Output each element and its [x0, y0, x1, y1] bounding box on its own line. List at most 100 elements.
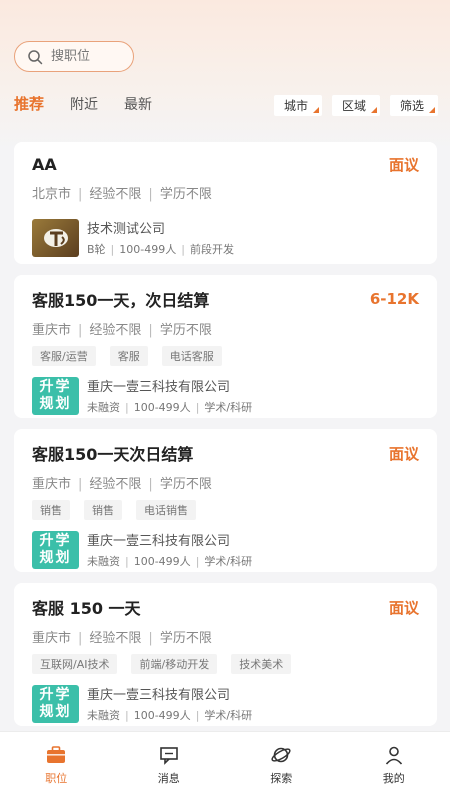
company-name: 重庆一壹三科技有限公司 — [87, 688, 231, 703]
company-meta: 未融资 | 100-499人 | 学术/科研 — [87, 709, 253, 722]
job-city: 重庆市 — [32, 631, 72, 646]
company-size: 100-499人 — [133, 709, 191, 722]
company-size: 100-499人 — [119, 243, 177, 256]
company-funding: 未融资 — [87, 555, 120, 568]
company-logo: 升学 规划 — [32, 684, 79, 723]
job-requirements: 重庆市 | 经验不限 | 学历不限 — [32, 323, 212, 338]
company-funding: B轮 — [87, 243, 106, 256]
person-icon — [385, 746, 402, 765]
message-icon — [159, 747, 178, 765]
job-experience: 经验不限 — [89, 477, 142, 492]
job-title: AA — [32, 155, 57, 174]
company-logo-icon — [43, 228, 68, 247]
job-tag: 客服/运营 — [32, 346, 96, 366]
job-tags: 客服/运营 客服 电话客服 — [32, 346, 419, 366]
company-logo-text: 规划 — [39, 549, 72, 566]
job-salary: 面议 — [388, 444, 419, 463]
job-tags: 销售 销售 电话销售 — [32, 500, 419, 520]
nav-profile-label: 我的 — [382, 772, 405, 785]
job-tag: 销售 — [84, 500, 122, 520]
nav-explore-label: 探索 — [270, 772, 293, 785]
job-education: 学历不限 — [159, 631, 212, 646]
job-requirements: 重庆市 | 经验不限 | 学历不限 — [32, 631, 212, 646]
job-card[interactable]: AA 面议 北京市 | 经验不限 | 学历不限 技术测试公司 B轮 | 100-499人 | 前… — [14, 142, 437, 264]
city-filter[interactable]: 城市 — [273, 95, 322, 116]
company-size: 100-499人 — [133, 401, 191, 414]
job-experience: 经验不限 — [89, 631, 142, 646]
nav-explore[interactable]: 探索 — [225, 732, 338, 800]
dropdown-triangle-icon — [429, 107, 435, 113]
job-education: 学历不限 — [159, 477, 212, 492]
tab-latest[interactable]: 最新 — [124, 94, 152, 114]
job-tag: 销售 — [32, 500, 70, 520]
dropdown-triangle-icon — [370, 107, 377, 113]
tab-recommend[interactable]: 推荐 — [14, 93, 44, 114]
company-info: 升学 规划 重庆一壹三科技有限公司 未融资 | 100-499人 | 学术/科研 — [32, 684, 419, 723]
company-info: 升学 规划 重庆一壹三科技有限公司 未融资 | 100-499人 | 学术/科研 — [32, 530, 419, 569]
area-filter-label: 区域 — [341, 99, 366, 113]
job-tag: 电话客服 — [161, 346, 222, 366]
company-industry: 前段开发 — [189, 243, 234, 256]
filter-bar: 城市 区域 筛选 — [264, 95, 438, 116]
nav-profile[interactable]: 我的 — [338, 732, 450, 800]
company-size: 100-499人 — [133, 555, 191, 568]
company-funding: 未融资 — [87, 401, 120, 414]
job-tags: 互联网/AI技术 前端/移动开发 技术美术 — [32, 654, 419, 674]
more-filter[interactable]: 筛选 — [389, 95, 438, 116]
job-card[interactable]: 客服150一天，次日结算 6-12K 重庆市 | 经验不限 | 学历不限 客服/运营 客… — [14, 275, 437, 418]
nav-messages-label: 消息 — [157, 772, 180, 785]
job-tag: 客服 — [109, 346, 148, 366]
search-input[interactable] — [49, 48, 133, 65]
job-requirements: 北京市 | 经验不限 | 学历不限 — [32, 187, 212, 202]
company-logo-text: 升学 — [39, 532, 72, 549]
company-logo: 升学 规划 — [32, 530, 79, 569]
nav-jobs[interactable]: 职位 — [0, 732, 113, 800]
area-filter[interactable]: 区域 — [331, 95, 380, 116]
job-salary: 面议 — [388, 156, 419, 174]
job-salary: 面议 — [388, 598, 419, 617]
job-title: 客服150一天，次日结算 — [32, 291, 210, 310]
job-card[interactable]: 客服 150 一天 面议 重庆市 | 经验不限 | 学历不限 互联网/AI技术 前端/移… — [14, 583, 437, 726]
company-logo — [32, 218, 79, 257]
job-tag: 技术美术 — [231, 654, 292, 674]
company-meta: B轮 | 100-499人 | 前段开发 — [87, 243, 234, 256]
nav-jobs-label: 职位 — [45, 772, 68, 785]
company-logo: 升学 规划 — [32, 376, 79, 415]
company-name: 重庆一壹三科技有限公司 — [87, 534, 231, 549]
job-experience: 经验不限 — [89, 323, 142, 338]
more-filter-label: 筛选 — [399, 99, 424, 113]
job-card[interactable]: 客服150一天次日结算 面议 重庆市 | 经验不限 | 学历不限 销售 销售 电话销售 … — [14, 429, 437, 572]
job-list: AA 面议 北京市 | 经验不限 | 学历不限 技术测试公司 B轮 | 100-499人 | 前… — [14, 142, 437, 737]
company-logo-text: 规划 — [39, 395, 72, 412]
job-experience: 经验不限 — [89, 187, 142, 202]
company-name: 重庆一壹三科技有限公司 — [87, 380, 231, 395]
company-info: 技术测试公司 B轮 | 100-499人 | 前段开发 — [32, 218, 419, 257]
company-logo-text: 规划 — [39, 703, 72, 720]
company-info: 升学 规划 重庆一壹三科技有限公司 未融资 | 100-499人 | 学术/科研 — [32, 376, 419, 415]
company-funding: 未融资 — [87, 709, 120, 722]
job-title: 客服150一天次日结算 — [32, 445, 194, 464]
job-requirements: 重庆市 | 经验不限 | 学历不限 — [32, 477, 212, 492]
job-education: 学历不限 — [159, 187, 212, 202]
job-tag: 互联网/AI技术 — [32, 654, 118, 674]
job-tag: 电话销售 — [136, 500, 196, 520]
company-logo-text: 升学 — [39, 686, 72, 703]
company-meta: 未融资 | 100-499人 | 学术/科研 — [87, 401, 253, 414]
search-icon — [28, 49, 43, 64]
city-filter-label: 城市 — [283, 99, 308, 113]
job-education: 学历不限 — [159, 323, 212, 338]
feed-tabs: 推荐 附近 最新 — [14, 93, 178, 114]
tab-nearby[interactable]: 附近 — [70, 94, 98, 114]
dropdown-triangle-icon — [312, 107, 319, 113]
search-box[interactable] — [14, 41, 134, 72]
company-name: 技术测试公司 — [87, 222, 166, 237]
briefcase-icon — [47, 746, 66, 763]
job-city: 重庆市 — [32, 477, 72, 492]
job-city: 重庆市 — [32, 323, 72, 338]
nav-messages[interactable]: 消息 — [113, 732, 226, 800]
company-logo-text: 升学 — [39, 378, 72, 395]
job-salary: 6-12K — [369, 290, 419, 308]
bottom-nav: 职位 消息 探索 我的 — [0, 731, 450, 800]
company-industry: 学术/科研 — [204, 555, 253, 568]
header-background — [0, 0, 450, 150]
